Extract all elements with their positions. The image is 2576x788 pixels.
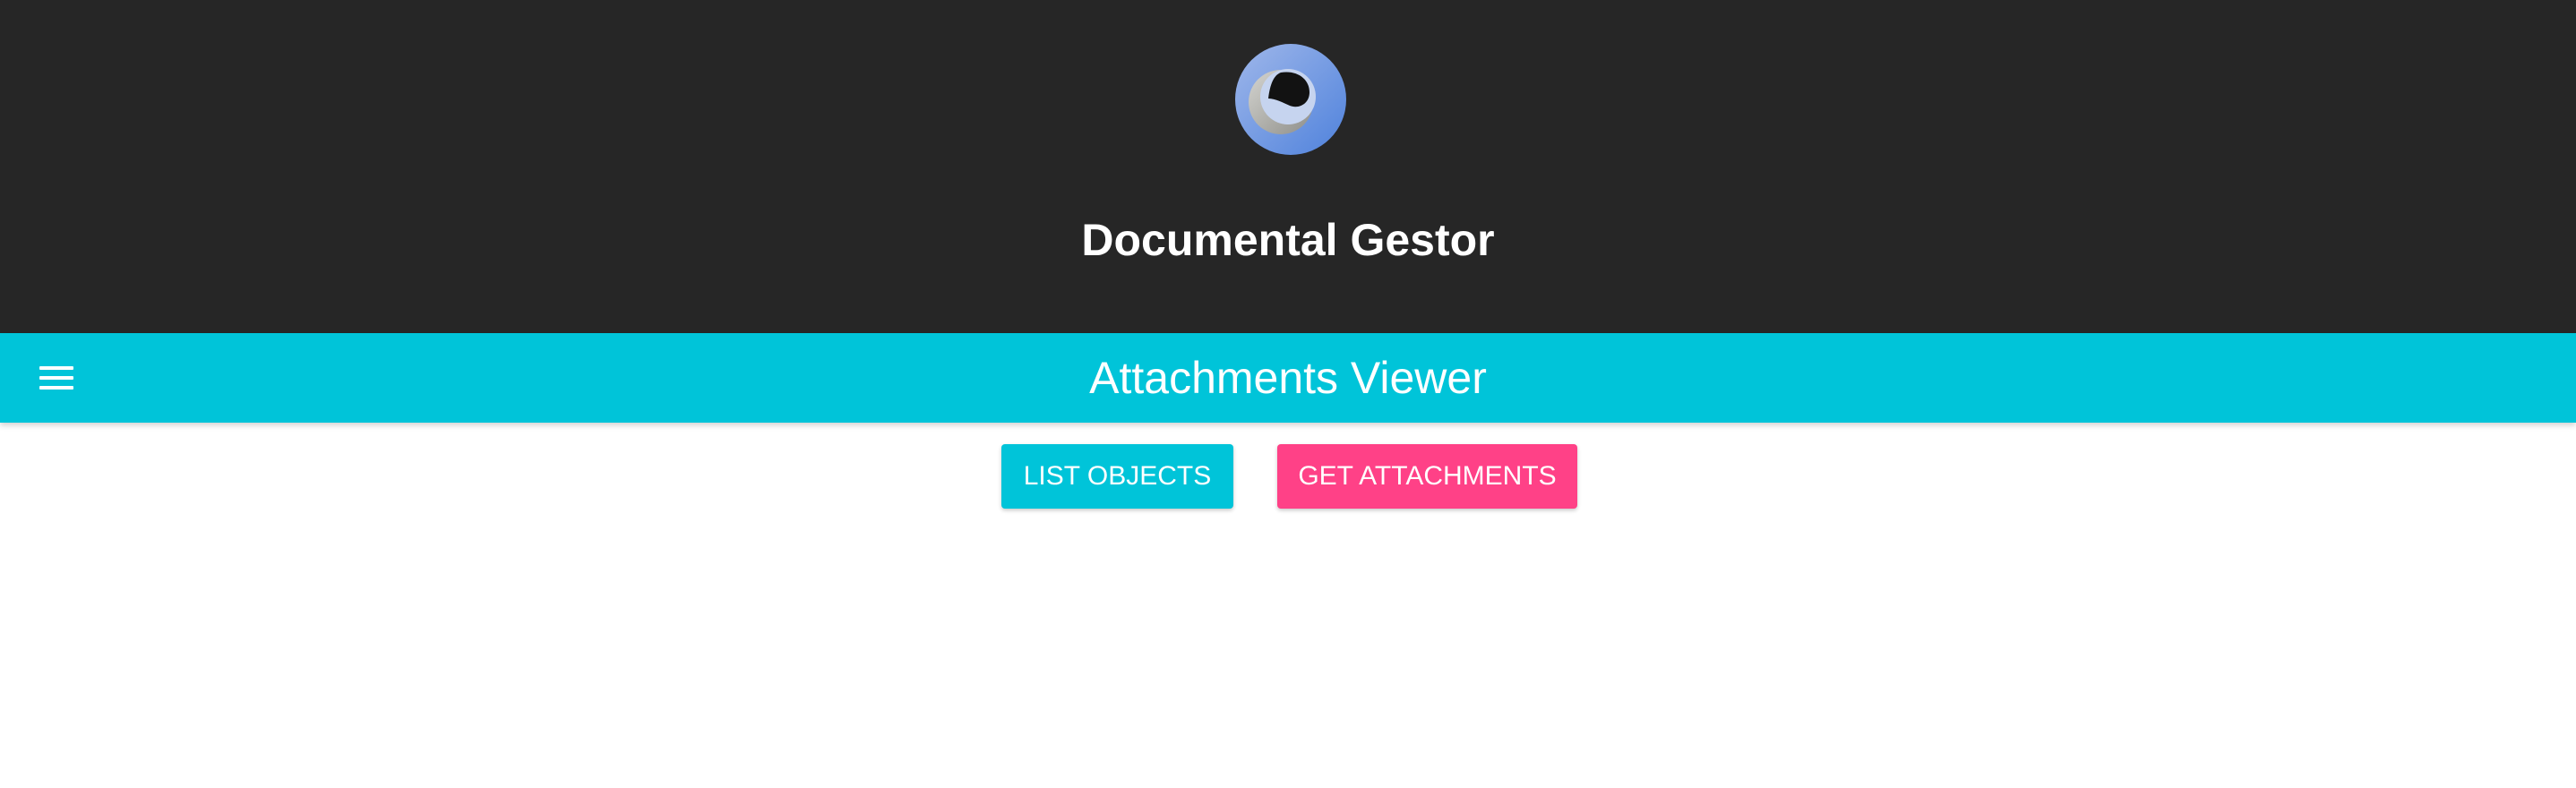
list-objects-button[interactable]: LIST OBJECTS — [1001, 444, 1233, 509]
hamburger-menu-icon[interactable] — [30, 356, 81, 399]
app-logo — [1235, 44, 1346, 155]
app-title: Documental Gestor — [1081, 215, 1495, 265]
toolbar: Attachments Viewer — [0, 333, 2576, 423]
app-header: Documental Gestor — [0, 0, 2576, 333]
get-attachments-button[interactable]: GET ATTACHMENTS — [1277, 444, 1577, 509]
page-title: Attachments Viewer — [1089, 353, 1487, 403]
